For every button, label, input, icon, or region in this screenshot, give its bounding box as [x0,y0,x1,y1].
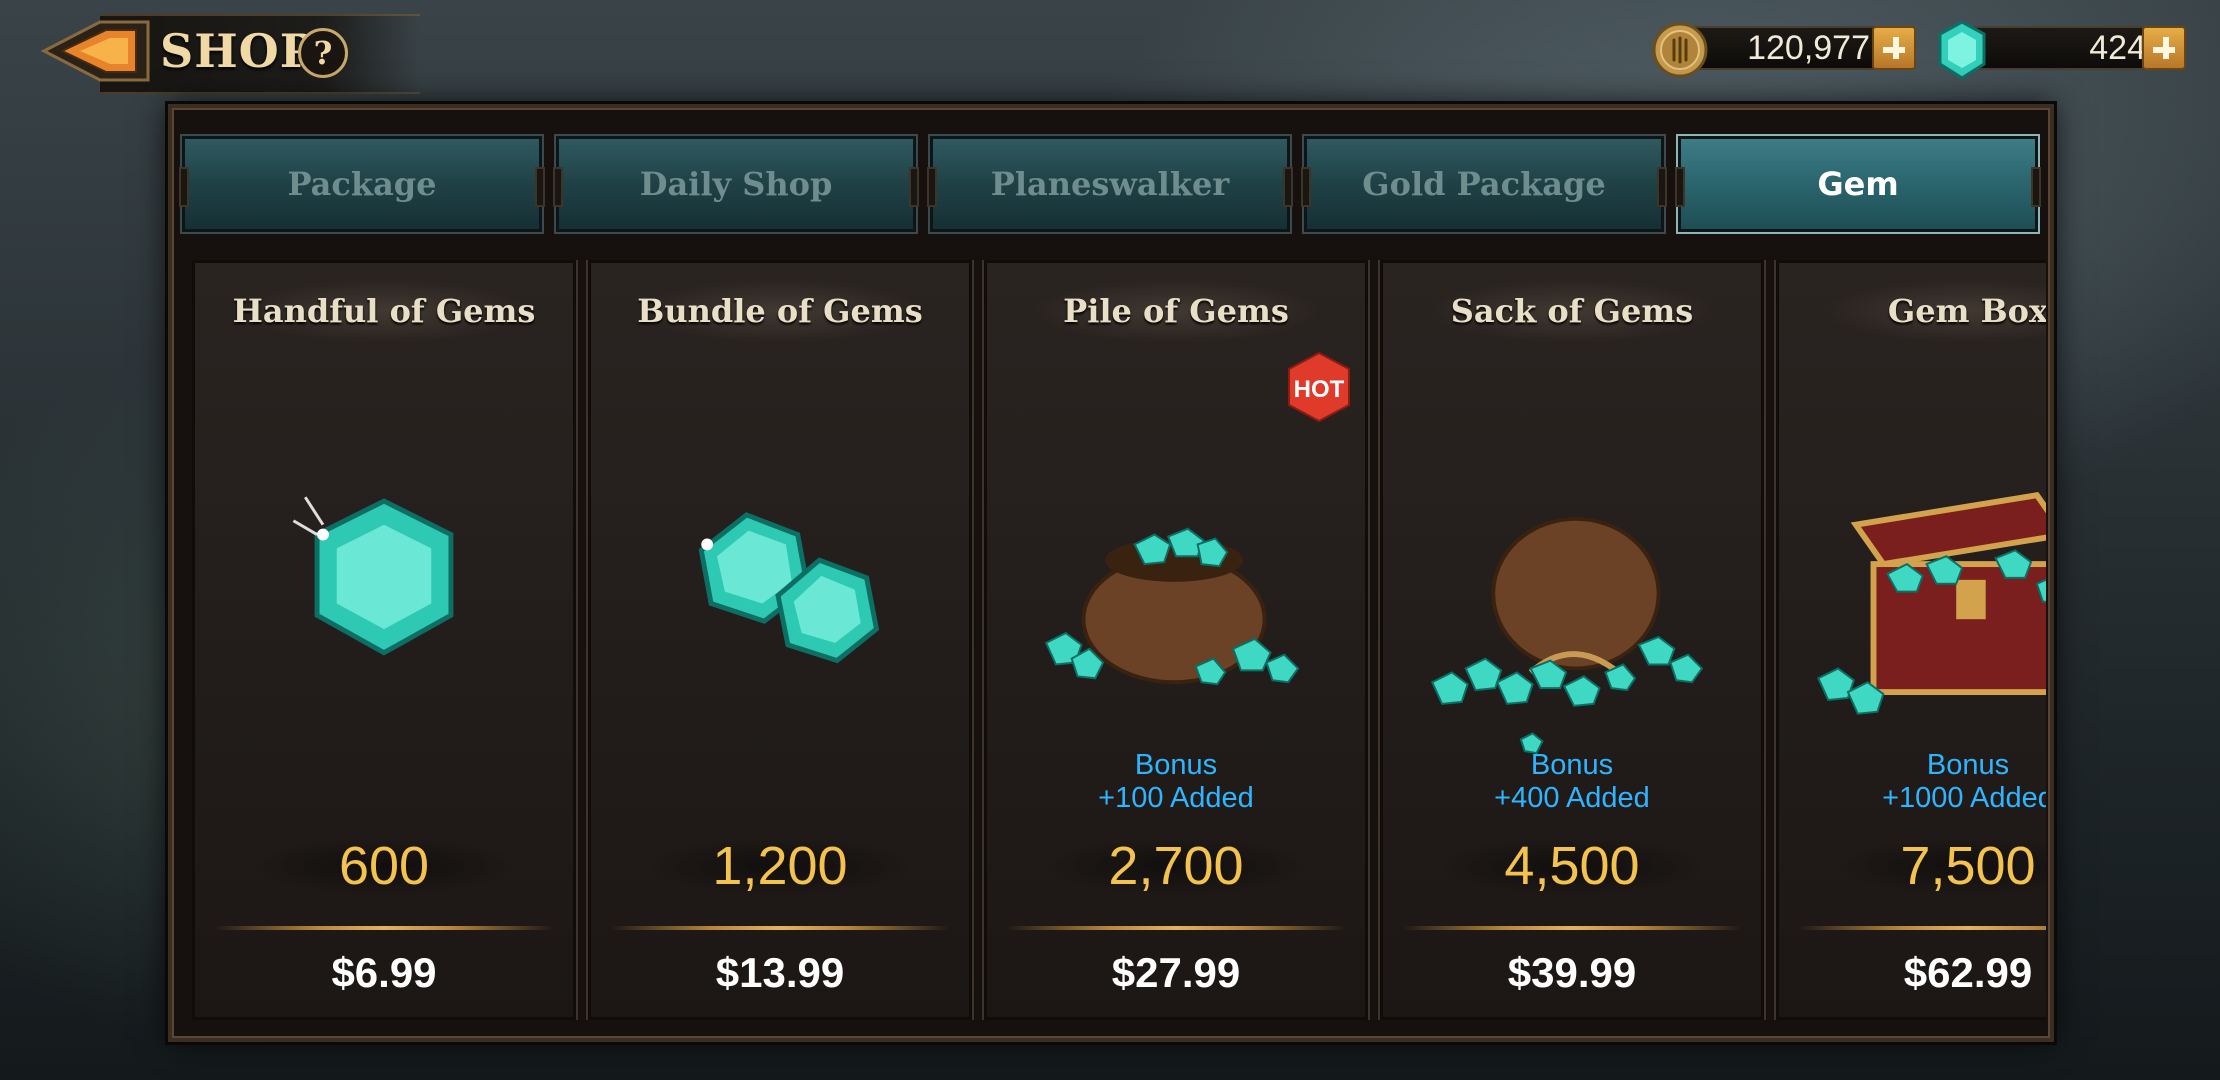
top-bar: SHOP ? 120,977 424 [0,0,2220,100]
gem-amount-label: 7,500 [1779,835,2046,897]
gem-amount: 424 [2089,29,2146,67]
product-name: Pile of Gems [987,263,1365,359]
gem-amount-label: 2,700 [987,835,1365,897]
single-gem-icon [292,496,454,656]
tab-label: Planeswalker [990,165,1230,203]
bonus-text: Bonus +100 Added [987,749,1365,815]
product-name: Sack of Gems [1383,263,1761,359]
product-card-sack-of-gems[interactable]: Sack of Gems Bonus +400 Added 4,500 $39.… [1378,260,1766,1020]
tab-cap [553,167,563,207]
add-gold-button[interactable] [1872,26,1916,70]
page-title: SHOP [160,24,316,78]
tab-cap [179,167,189,207]
tab-cap [927,167,937,207]
product-card-gem-box[interactable]: Gem Box Bonus +1000 Added 7,500 $62.99 [1774,260,2046,1020]
card-divider [611,926,949,930]
bonus-text: Bonus +1000 Added [1779,749,2046,815]
tab-label: Gem [1817,165,1899,203]
tab-cap [1675,167,1685,207]
card-divider [1799,926,2046,930]
price-label: $27.99 [1111,949,1241,996]
tab-cap [1301,167,1311,207]
product-card-pile-of-gems[interactable]: Pile of Gems HOT Bonus +100 Added 2,700 [982,260,1370,1020]
card-divider [1403,926,1741,930]
tab-cap [535,167,545,207]
two-gems-icon [698,512,880,664]
price-label: $13.99 [715,949,845,996]
tab-daily-shop[interactable]: Daily Shop [553,134,919,234]
tab-planeswalker[interactable]: Planeswalker [927,134,1293,234]
card-divider [1007,926,1345,930]
product-name: Bundle of Gems [591,263,969,359]
help-button[interactable]: ? [298,28,348,78]
price-label: $39.99 [1507,949,1637,996]
tab-label: Gold Package [1362,165,1606,203]
product-list: Handful of Gems 600 $6.99 Bundle of Gems… [192,260,2046,1020]
tab-cap [2031,167,2041,207]
card-divider [215,926,553,930]
gem-amount-label: 4,500 [1383,835,1761,897]
gold-coin-icon [1652,22,1708,78]
back-arrow-icon [40,20,150,82]
tab-label: Package [287,165,437,203]
bonus-amount: +400 Added [1494,782,1650,814]
tab-bar: Package Daily Shop Planeswalker Gold Pac… [178,134,2044,234]
bonus-text: Bonus +400 Added [1383,749,1761,815]
bonus-title: Bonus [1926,749,2010,781]
add-gems-button[interactable] [2142,26,2186,70]
product-name: Gem Box [1779,263,2046,359]
price-label: $62.99 [1903,949,2033,996]
bonus-title: Bonus [1134,749,1218,781]
gem-amount-label: 1,200 [591,835,969,897]
price-label: $6.99 [331,949,437,996]
product-card-bundle-of-gems[interactable]: Bundle of Gems 1,200 $13.99 [586,260,974,1020]
tab-package[interactable]: Package [179,134,545,234]
gem-icon [1938,20,1986,80]
back-button[interactable] [40,18,150,84]
tab-cap [909,167,919,207]
tab-gem[interactable]: Gem [1675,134,2041,234]
tab-cap [1283,167,1293,207]
gold-amount: 120,977 [1747,29,1870,67]
bonus-amount: +1000 Added [1882,782,2046,814]
bonus-title: Bonus [1530,749,1614,781]
gem-currency: 424 [1936,20,2186,80]
gold-currency: 120,977 [1652,22,1922,78]
product-card-handful-of-gems[interactable]: Handful of Gems 600 $6.99 [192,260,578,1020]
bonus-amount: +100 Added [1098,782,1254,814]
tab-label: Daily Shop [639,165,833,203]
tab-gold-package[interactable]: Gold Package [1301,134,1667,234]
gem-amount-label: 600 [195,835,573,897]
tab-cap [1657,167,1667,207]
product-name: Handful of Gems [195,263,573,359]
